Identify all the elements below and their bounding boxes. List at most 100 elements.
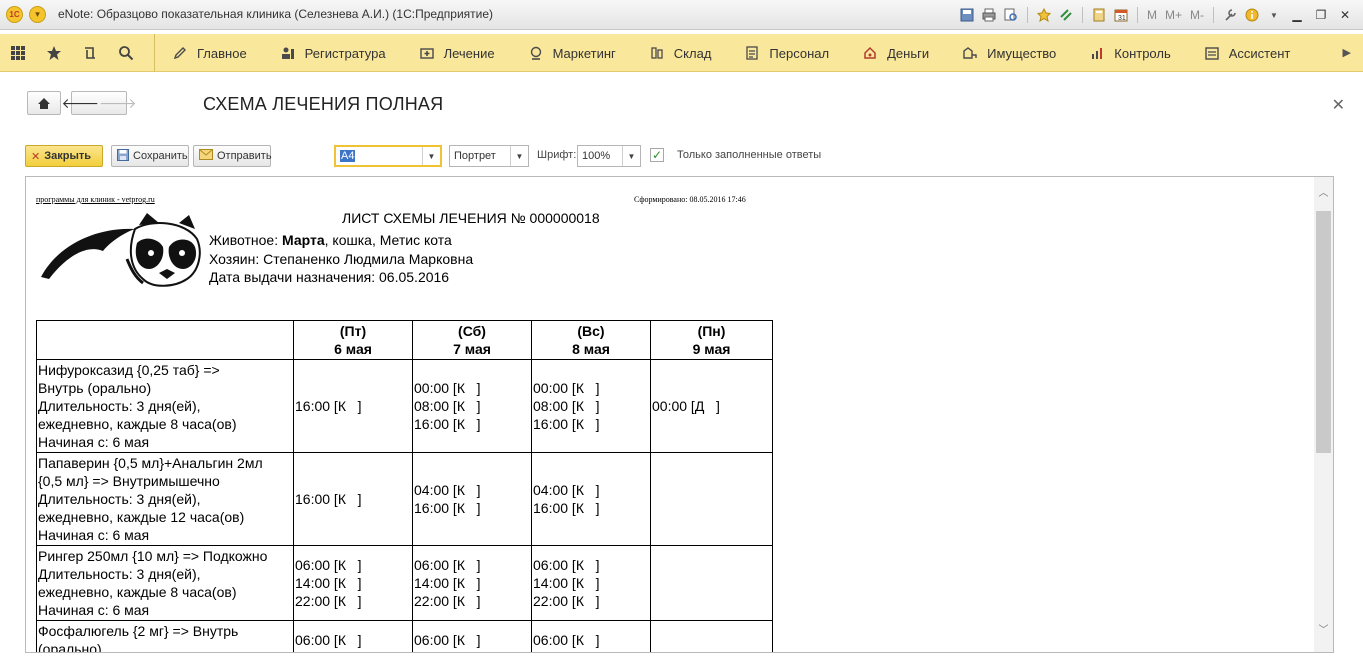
only-filled-checkbox[interactable]: ✓ <box>650 148 664 162</box>
search-icon[interactable] <box>108 34 144 72</box>
section-marketing[interactable]: Маркетинг <box>511 34 632 72</box>
medication-cell: Фосфалюгель {2 мг} => Внутрь (орально) <box>36 620 294 652</box>
schedule-cell: 06:00 [К ] 14:00 [К ] 22:00 [К ] <box>293 545 413 621</box>
separator <box>1026 7 1028 23</box>
dose-time: 06:00 [К ] <box>414 557 481 573</box>
favorites-icon[interactable] <box>1035 6 1053 24</box>
print-icon[interactable] <box>980 6 998 24</box>
registry-icon <box>279 44 297 62</box>
scrollbar-thumb[interactable] <box>1316 211 1331 453</box>
medication-line: Внутрь (орально) <box>38 380 152 396</box>
section-label: Склад <box>673 45 712 61</box>
close-x-icon: ✕ <box>31 150 41 163</box>
orientation-value: Портрет <box>454 150 496 162</box>
medication-line: ежедневно, каждые 12 часа(ов) <box>38 509 245 525</box>
window-title: eNote: Образцово показательная клиника (… <box>58 7 494 21</box>
forward-arrow-icon[interactable]: 🡒 <box>99 95 137 112</box>
section-staff[interactable]: Персонал <box>727 34 845 72</box>
dose-time: 04:00 [К ] <box>414 482 481 498</box>
sections-more-arrow-icon[interactable]: ▶ <box>1343 46 1351 59</box>
back-arrow-icon[interactable]: 🡐 <box>61 95 99 112</box>
day-column-header: (Пт) 6 мая <box>293 320 413 360</box>
day-column-header: (Вс) 8 мая <box>531 320 651 360</box>
section-treatment[interactable]: Лечение <box>402 34 511 72</box>
section-registry[interactable]: Регистратура <box>263 34 402 72</box>
chevron-down-icon[interactable]: ▼ <box>510 146 528 166</box>
link-icon[interactable] <box>1057 6 1075 24</box>
close-form-icon[interactable]: ✕ <box>1332 95 1345 115</box>
schedule-cell: 04:00 [К ] 16:00 [К ] <box>412 452 532 546</box>
paper-size-select[interactable]: А4 ▼ <box>334 145 442 167</box>
medication-line: {0,5 мл} => Внутримышечно <box>38 473 220 489</box>
money-icon <box>861 44 879 62</box>
orientation-select[interactable]: Портрет ▼ <box>449 145 529 167</box>
table-header-row: (Пт) 6 мая (Сб) 7 мая (Вс) 8 мая (Пн) 9 мая <box>36 320 773 360</box>
minimize-button[interactable]: ▁ <box>1287 6 1307 24</box>
send-button[interactable]: Отправить <box>193 145 272 167</box>
section-assistant[interactable]: Ассистент <box>1187 34 1307 72</box>
section-label: Главное <box>197 45 247 61</box>
warehouse-icon <box>648 44 666 62</box>
close-button[interactable]: ✕ Закрыть <box>25 145 103 167</box>
dose-time: 00:00 [К ] <box>533 380 600 396</box>
memory-minus-button[interactable]: M- <box>1188 6 1206 24</box>
calendar-icon[interactable]: 31 <box>1112 6 1130 24</box>
maximize-button[interactable]: ❐ <box>1311 6 1331 24</box>
close-window-button[interactable]: ✕ <box>1335 6 1355 24</box>
main-menu-icon[interactable]: ▾ <box>29 6 46 23</box>
section-property[interactable]: Имущество <box>945 34 1072 72</box>
history-icon[interactable] <box>72 34 108 72</box>
schedule-table: (Пт) 6 мая (Сб) 7 мая (Вс) 8 мая (Пн) 9 мая … <box>36 320 773 652</box>
schedule-cell <box>650 452 773 546</box>
section-money[interactable]: Деньги <box>845 34 945 72</box>
vertical-scrollbar[interactable]: ︿ ﹀ <box>1314 177 1333 652</box>
section-nav: Главное Регистратура Лечение Маркетинг С… <box>155 34 1306 72</box>
scroll-down-arrow-icon[interactable]: ﹀ <box>1314 622 1333 640</box>
grid-menu-icon[interactable] <box>0 34 36 72</box>
preview-icon[interactable] <box>1002 6 1020 24</box>
medication-line: Длительность: 3 дня(ей), <box>38 398 201 414</box>
info-icon[interactable] <box>1243 6 1261 24</box>
chevron-down-icon[interactable]: ▼ <box>622 146 640 166</box>
dose-time: 22:00 [К ] <box>414 593 481 609</box>
svg-text:31: 31 <box>1118 15 1126 22</box>
home-button[interactable] <box>27 91 61 115</box>
dose-time: 14:00 [К ] <box>414 575 481 591</box>
animal-name: Марта <box>282 232 325 248</box>
day-of-week: (Вс) <box>577 323 605 339</box>
dose-time: 16:00 [К ] <box>414 416 481 432</box>
save-icon[interactable] <box>958 6 976 24</box>
floppy-icon <box>117 148 129 164</box>
staff-icon <box>743 44 761 62</box>
day-of-week: (Пн) <box>697 323 726 339</box>
font-scale-select[interactable]: 100% ▼ <box>577 145 641 167</box>
chevron-down-icon[interactable]: ▼ <box>422 147 440 165</box>
home-icon <box>38 97 50 109</box>
dose-time: 14:00 [К ] <box>295 575 362 591</box>
schedule-cell: 16:00 [К ] <box>293 359 413 453</box>
dose-time: 22:00 [К ] <box>295 593 362 609</box>
memory-plus-button[interactable]: M+ <box>1163 6 1184 24</box>
scroll-up-arrow-icon[interactable]: ︿ <box>1314 185 1333 203</box>
day-of-week: (Сб) <box>458 323 486 339</box>
spreadsheet-document[interactable]: программы для клиник - vetprog.ru Сформи… <box>25 176 1334 653</box>
form-navigation: 🡐 🡒 <box>27 91 137 115</box>
app-logo-icon[interactable]: 1С <box>6 6 23 23</box>
section-control[interactable]: Контроль <box>1072 34 1186 72</box>
marketing-icon <box>527 44 545 62</box>
section-warehouse[interactable]: Склад <box>632 34 728 72</box>
day-column-header: (Сб) 7 мая <box>412 320 532 360</box>
header-website-link[interactable]: программы для клиник - vetprog.ru <box>36 195 155 204</box>
schedule-cell: 00:00 [К ] 08:00 [К ] 16:00 [К ] <box>412 359 532 453</box>
font-scale-value: 100% <box>582 150 611 162</box>
settings-icon[interactable] <box>1221 6 1239 24</box>
star-icon[interactable] <box>36 34 72 72</box>
header-generated-date: Сформировано: 08.05.2016 17:46 <box>634 195 746 204</box>
dose-time: 14:00 [К ] <box>533 575 600 591</box>
section-label: Контроль <box>1114 45 1171 61</box>
memory-button[interactable]: M <box>1145 6 1159 24</box>
dropdown-icon[interactable]: ▼ <box>1265 6 1283 24</box>
calculator-icon[interactable] <box>1090 6 1108 24</box>
save-button[interactable]: Сохранить <box>111 145 189 167</box>
section-main[interactable]: Главное <box>155 34 263 72</box>
